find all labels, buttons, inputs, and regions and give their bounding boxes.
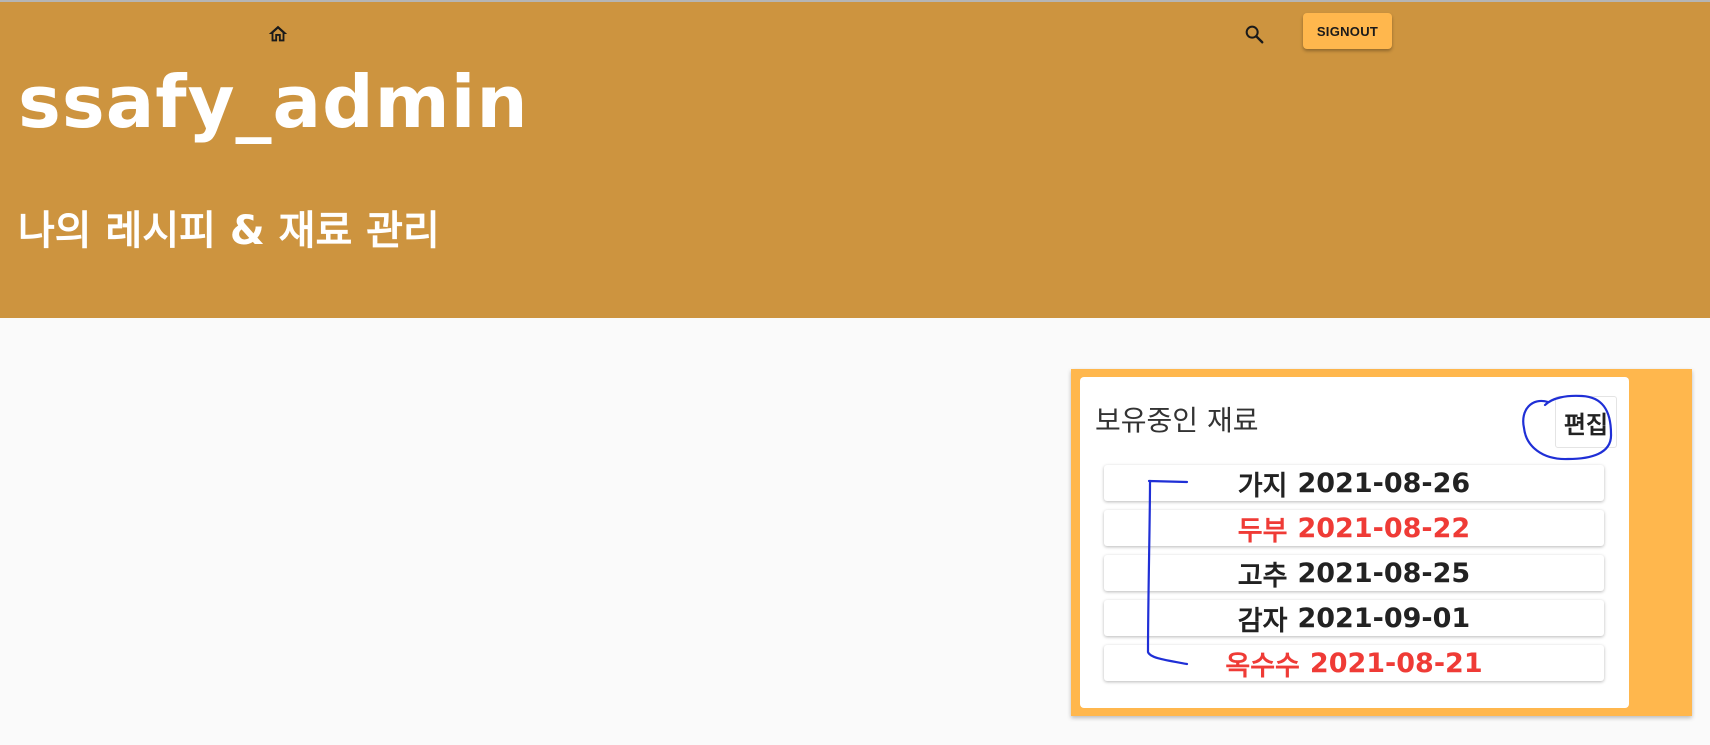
ingredient-name: 옥수수 xyxy=(1225,650,1300,682)
ingredient-item[interactable]: 두부 2021-08-22 xyxy=(1104,510,1604,547)
ingredient-name: 감자 xyxy=(1237,605,1288,637)
signout-button[interactable]: SIGNOUT xyxy=(1303,13,1392,49)
ingredient-date: 2021-09-01 xyxy=(1297,602,1471,634)
ingredient-name: 고추 xyxy=(1237,560,1288,592)
ingredient-item[interactable]: 감자 2021-09-01 xyxy=(1104,600,1604,637)
search-icon xyxy=(1245,25,1264,44)
page-subtitle: 나의 레시피 & 재료 관리 xyxy=(18,208,440,254)
ingredients-card: 보유중인 재료 편집 가지 2021-08-26 두부 2021-08-22 고추 2… xyxy=(1080,377,1629,708)
ingredient-date: 2021-08-25 xyxy=(1297,557,1471,589)
home-button[interactable] xyxy=(262,18,294,50)
home-icon xyxy=(268,25,288,42)
ingredients-panel: 보유중인 재료 편집 가지 2021-08-26 두부 2021-08-22 고추 2… xyxy=(1071,369,1692,716)
ingredient-name: 두부 xyxy=(1237,515,1288,547)
ingredient-item[interactable]: 옥수수 2021-08-21 xyxy=(1104,645,1604,682)
ingredient-date: 2021-08-21 xyxy=(1309,647,1483,679)
ingredient-name: 가지 xyxy=(1237,470,1288,502)
ingredient-date: 2021-08-22 xyxy=(1297,512,1471,544)
ingredients-title: 보유중인 재료 xyxy=(1095,404,1259,437)
page-title: ssafy_admin xyxy=(18,60,529,144)
edit-button[interactable]: 편집 xyxy=(1555,396,1617,448)
app-header: SIGNOUT ssafy_admin 나의 레시피 & 재료 관리 xyxy=(0,2,1710,318)
ingredient-item[interactable]: 고추 2021-08-25 xyxy=(1104,555,1604,592)
search-button[interactable] xyxy=(1238,18,1270,50)
ingredient-date: 2021-08-26 xyxy=(1297,467,1471,499)
ingredient-list: 가지 2021-08-26 두부 2021-08-22 고추 2021-08-25 감… xyxy=(1104,465,1604,690)
ingredient-item[interactable]: 가지 2021-08-26 xyxy=(1104,465,1604,502)
